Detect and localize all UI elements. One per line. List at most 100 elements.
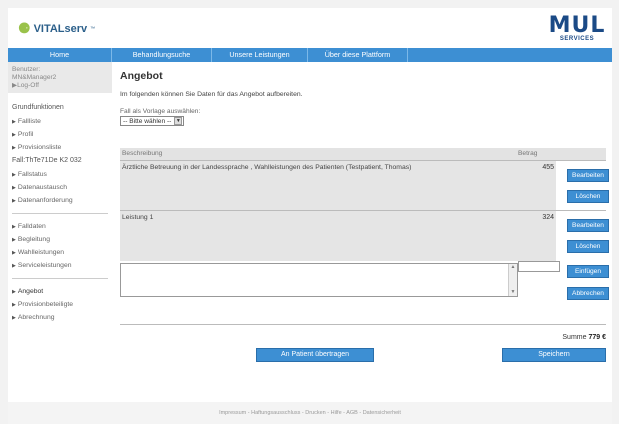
- sidebar-item-label: Provisionsliste: [17, 144, 62, 151]
- sidebar-item-label: Datenaustausch: [17, 184, 67, 191]
- case-id: Fall:ThTe71De K2 032: [12, 157, 82, 164]
- template-select[interactable]: -- Bitte wählen -- ▼: [120, 116, 185, 126]
- col-description: Beschreibung: [122, 150, 163, 157]
- divider: [12, 213, 108, 214]
- main-content: Angebot Im folgenden können Sie Daten fü…: [120, 70, 609, 362]
- sidebar-item-label: Wahlleistungen: [17, 249, 65, 256]
- logo-text: VITALserv: [33, 22, 88, 35]
- scroll-up-icon[interactable]: ▲: [509, 264, 517, 272]
- template-label: Fall als Vorlage auswählen:: [120, 108, 201, 115]
- user-label: Benutzer:: [12, 66, 41, 73]
- page-title: Angebot: [120, 70, 163, 82]
- arrow-right-icon: ▶: [12, 185, 16, 191]
- logoff-link[interactable]: ▶Log-Off: [12, 82, 108, 90]
- table-header: Beschreibung Betrag: [120, 148, 606, 160]
- arrow-right-icon: ▶: [12, 250, 16, 256]
- description-textarea[interactable]: ▲ ▼: [120, 263, 518, 297]
- sidebar-item-label: Profil: [17, 131, 34, 138]
- arrow-right-icon: ▶: [12, 302, 16, 308]
- arrow-right-icon: ▶: [12, 237, 16, 243]
- save-button[interactable]: Speichern: [502, 348, 606, 362]
- sidebar-item-label: Begleitung: [17, 236, 50, 243]
- main-nav: Home Behandlungsuche Unsere Leistungen Ü…: [8, 48, 612, 62]
- table-row: Ärztliche Betreuung in der Landessprache…: [120, 160, 609, 211]
- sidebar-item-profil[interactable]: ▶ Profil: [8, 128, 112, 141]
- logoff-label: Log-Off: [17, 82, 39, 89]
- sidebar-item-label: Falldaten: [17, 223, 46, 230]
- sidebar-item-datenaustausch[interactable]: ▶ Datenaustausch: [8, 181, 112, 194]
- scroll-track: [509, 272, 517, 289]
- sidebar: Benutzer: MN&Manager2 ▶Log-Off Grundfunk…: [8, 62, 112, 402]
- sidebar-item-abrechnung[interactable]: ▶ Abrechnung: [8, 311, 112, 324]
- sidebar-item-begleitung[interactable]: ▶ Begleitung: [8, 233, 112, 246]
- offer-table: Beschreibung Betrag Ärztliche Betreuung …: [120, 148, 609, 304]
- delete-button[interactable]: Löschen: [567, 240, 609, 253]
- section-grundfunktionen: Grundfunktionen: [12, 104, 64, 111]
- page: ⚈ VITALserv ™ MUL SERVICES Home Behandlun…: [8, 8, 612, 424]
- sidebar-item-fallstatus[interactable]: ▶ Fallstatus: [8, 168, 112, 181]
- arrow-right-icon: ▶: [12, 289, 16, 295]
- nav-empty: [408, 48, 612, 62]
- arrow-right-icon: ▶: [12, 263, 16, 269]
- sidebar-item-label: Fallstatus: [17, 171, 47, 178]
- arrow-right-icon: ▶: [12, 145, 16, 151]
- sidebar-item-label: Fallliste: [17, 118, 41, 125]
- edit-button[interactable]: Bearbeiten: [567, 219, 609, 232]
- person-icon: ⚈: [18, 20, 31, 36]
- edit-button[interactable]: Bearbeiten: [567, 169, 609, 182]
- row-description: Leistung 1: [120, 211, 514, 261]
- sidebar-item-fallliste[interactable]: ▶ Fallliste: [8, 115, 112, 128]
- cancel-button[interactable]: Abbrechen: [567, 287, 609, 300]
- logo-trademark: ™: [90, 25, 96, 32]
- scroll-down-icon[interactable]: ▼: [509, 289, 517, 297]
- nav-home[interactable]: Home: [8, 48, 112, 62]
- sidebar-item-falldaten[interactable]: ▶ Falldaten: [8, 220, 112, 233]
- row-amount: 455: [514, 161, 556, 211]
- nav-ueber-plattform[interactable]: Über diese Plattform: [308, 48, 408, 62]
- arrow-right-icon: ▶: [12, 224, 16, 230]
- vitalserv-logo[interactable]: ⚈ VITALserv ™: [18, 20, 95, 37]
- sidebar-item-label: Angebot: [17, 288, 44, 295]
- row-description: Ärztliche Betreuung in der Landessprache…: [120, 161, 514, 211]
- insert-button[interactable]: Einfügen: [567, 265, 609, 278]
- nav-unsere-leistungen[interactable]: Unsere Leistungen: [212, 48, 308, 62]
- header: ⚈ VITALserv ™ MUL SERVICES: [8, 8, 612, 48]
- user-name: MN&Manager2: [12, 74, 57, 81]
- chevron-down-icon: ▼: [174, 117, 183, 125]
- arrow-right-icon: ▶: [12, 119, 16, 125]
- sidebar-item-provisionsliste[interactable]: ▶ Provisionsliste: [8, 141, 112, 154]
- arrow-right-icon: ▶: [12, 172, 16, 178]
- sidebar-item-serviceleistungen[interactable]: ▶ Serviceleistungen: [8, 259, 112, 272]
- sidebar-item-label: Datenanforderung: [17, 197, 73, 204]
- nav-behandlungsuche[interactable]: Behandlungsuche: [112, 48, 212, 62]
- sidebar-item-label: Abrechnung: [17, 314, 55, 321]
- arrow-right-icon: ▶: [12, 198, 16, 204]
- row-amount: 324: [514, 211, 556, 261]
- sidebar-item-label: Serviceleistungen: [17, 262, 72, 269]
- sidebar-item-datenanforderung[interactable]: ▶ Datenanforderung: [8, 194, 112, 207]
- sum-label: Summe: [562, 334, 587, 341]
- amount-input[interactable]: [518, 261, 560, 272]
- table-row: Leistung 1 324 Bearbeiten Löschen: [120, 210, 609, 261]
- new-entry-row: ▲ ▼ Einfügen Abbrechen: [120, 260, 609, 304]
- sidebar-item-label: Provisionbeteiligte: [17, 301, 74, 308]
- intro-text: Im folgenden können Sie Daten für das An…: [120, 91, 303, 98]
- transfer-to-patient-button[interactable]: An Patient übertragen: [256, 348, 374, 362]
- sum-display: Summe 779 €: [562, 334, 606, 341]
- sidebar-item-provisionbeteiligte[interactable]: ▶ Provisionbeteiligte: [8, 298, 112, 311]
- arrow-right-icon: ▶: [12, 315, 16, 321]
- footer[interactable]: Impressum - Haftungsausschluss - Drucken…: [8, 402, 612, 424]
- divider: [12, 278, 108, 279]
- delete-button[interactable]: Löschen: [567, 190, 609, 203]
- mul-logo-text: MUL: [548, 13, 606, 38]
- template-select-value: -- Bitte wählen --: [123, 117, 172, 125]
- col-amount: Betrag: [518, 150, 538, 157]
- divider: [120, 324, 606, 325]
- textarea-scrollbar[interactable]: ▲ ▼: [508, 264, 517, 296]
- sum-value: 779 €: [588, 334, 606, 341]
- sidebar-item-wahlleistungen[interactable]: ▶ Wahlleistungen: [8, 246, 112, 259]
- user-box: Benutzer: MN&Manager2 ▶Log-Off: [8, 62, 112, 93]
- mul-services-logo: MUL SERVICES: [548, 13, 606, 43]
- arrow-right-icon: ▶: [12, 132, 16, 138]
- sidebar-item-angebot[interactable]: ▶ Angebot: [8, 285, 112, 298]
